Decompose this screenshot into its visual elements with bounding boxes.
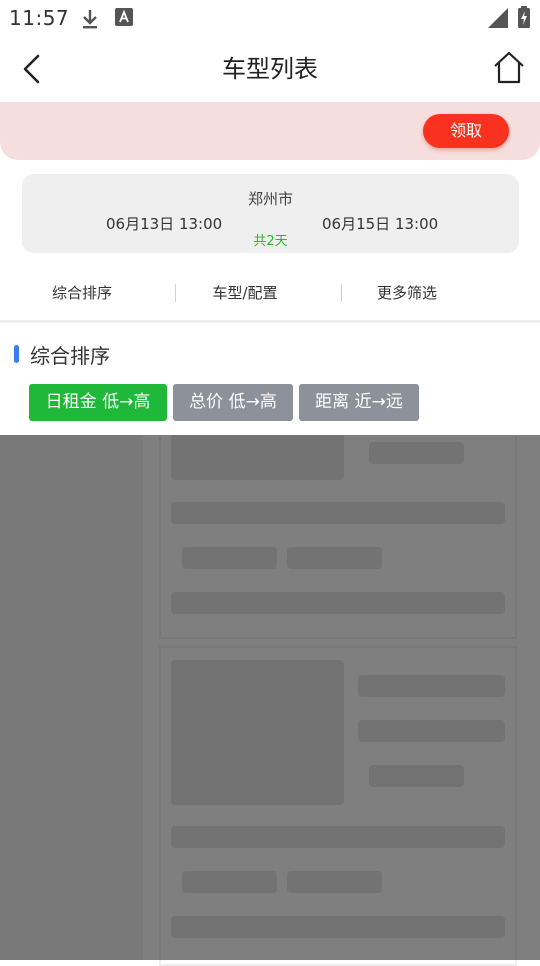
sort-panel: 综合排序 日租金 低→高 总价 低→高 距离 近→远: [0, 323, 540, 435]
sort-panel-title: 综合排序: [30, 344, 110, 368]
back-button[interactable]: [14, 50, 50, 88]
chevron-left-icon: [14, 54, 50, 92]
status-bar: 11:57: [0, 0, 540, 36]
pickup-city: 郑州市: [247, 190, 293, 208]
battery-charging-icon: [518, 6, 530, 32]
tab-sort[interactable]: 综合排序: [22, 272, 142, 314]
divider: [175, 284, 176, 302]
download-icon: [80, 8, 100, 34]
home-button[interactable]: [492, 50, 526, 86]
font-a-icon: [115, 8, 133, 30]
tab-more-filters[interactable]: 更多筛选: [347, 272, 467, 314]
signal-icon: [488, 8, 508, 32]
sort-option-daily-price[interactable]: 日租金 低→高: [29, 384, 167, 421]
filter-bar: 综合排序 车型/配置 更多筛选: [0, 272, 540, 314]
status-time: 11:57: [9, 6, 70, 30]
divider: [341, 284, 342, 302]
claim-button[interactable]: 领取: [423, 114, 509, 148]
app-header: 车型列表: [0, 36, 540, 102]
dim-overlay[interactable]: [0, 435, 540, 960]
sort-option-total-price[interactable]: 总价 低→高: [173, 384, 293, 421]
section-accent-bar: [14, 345, 19, 363]
promo-banner: 领取: [0, 102, 540, 160]
tab-car-type[interactable]: 车型/配置: [185, 272, 305, 314]
page-title: 车型列表: [222, 55, 318, 83]
rental-info-card[interactable]: 郑州市 06月13日 13:00 06月15日 13:00 共2天: [22, 174, 519, 253]
sort-option-distance[interactable]: 距离 近→远: [299, 384, 419, 421]
home-icon: [492, 51, 526, 90]
rental-duration: 共2天: [253, 234, 288, 249]
